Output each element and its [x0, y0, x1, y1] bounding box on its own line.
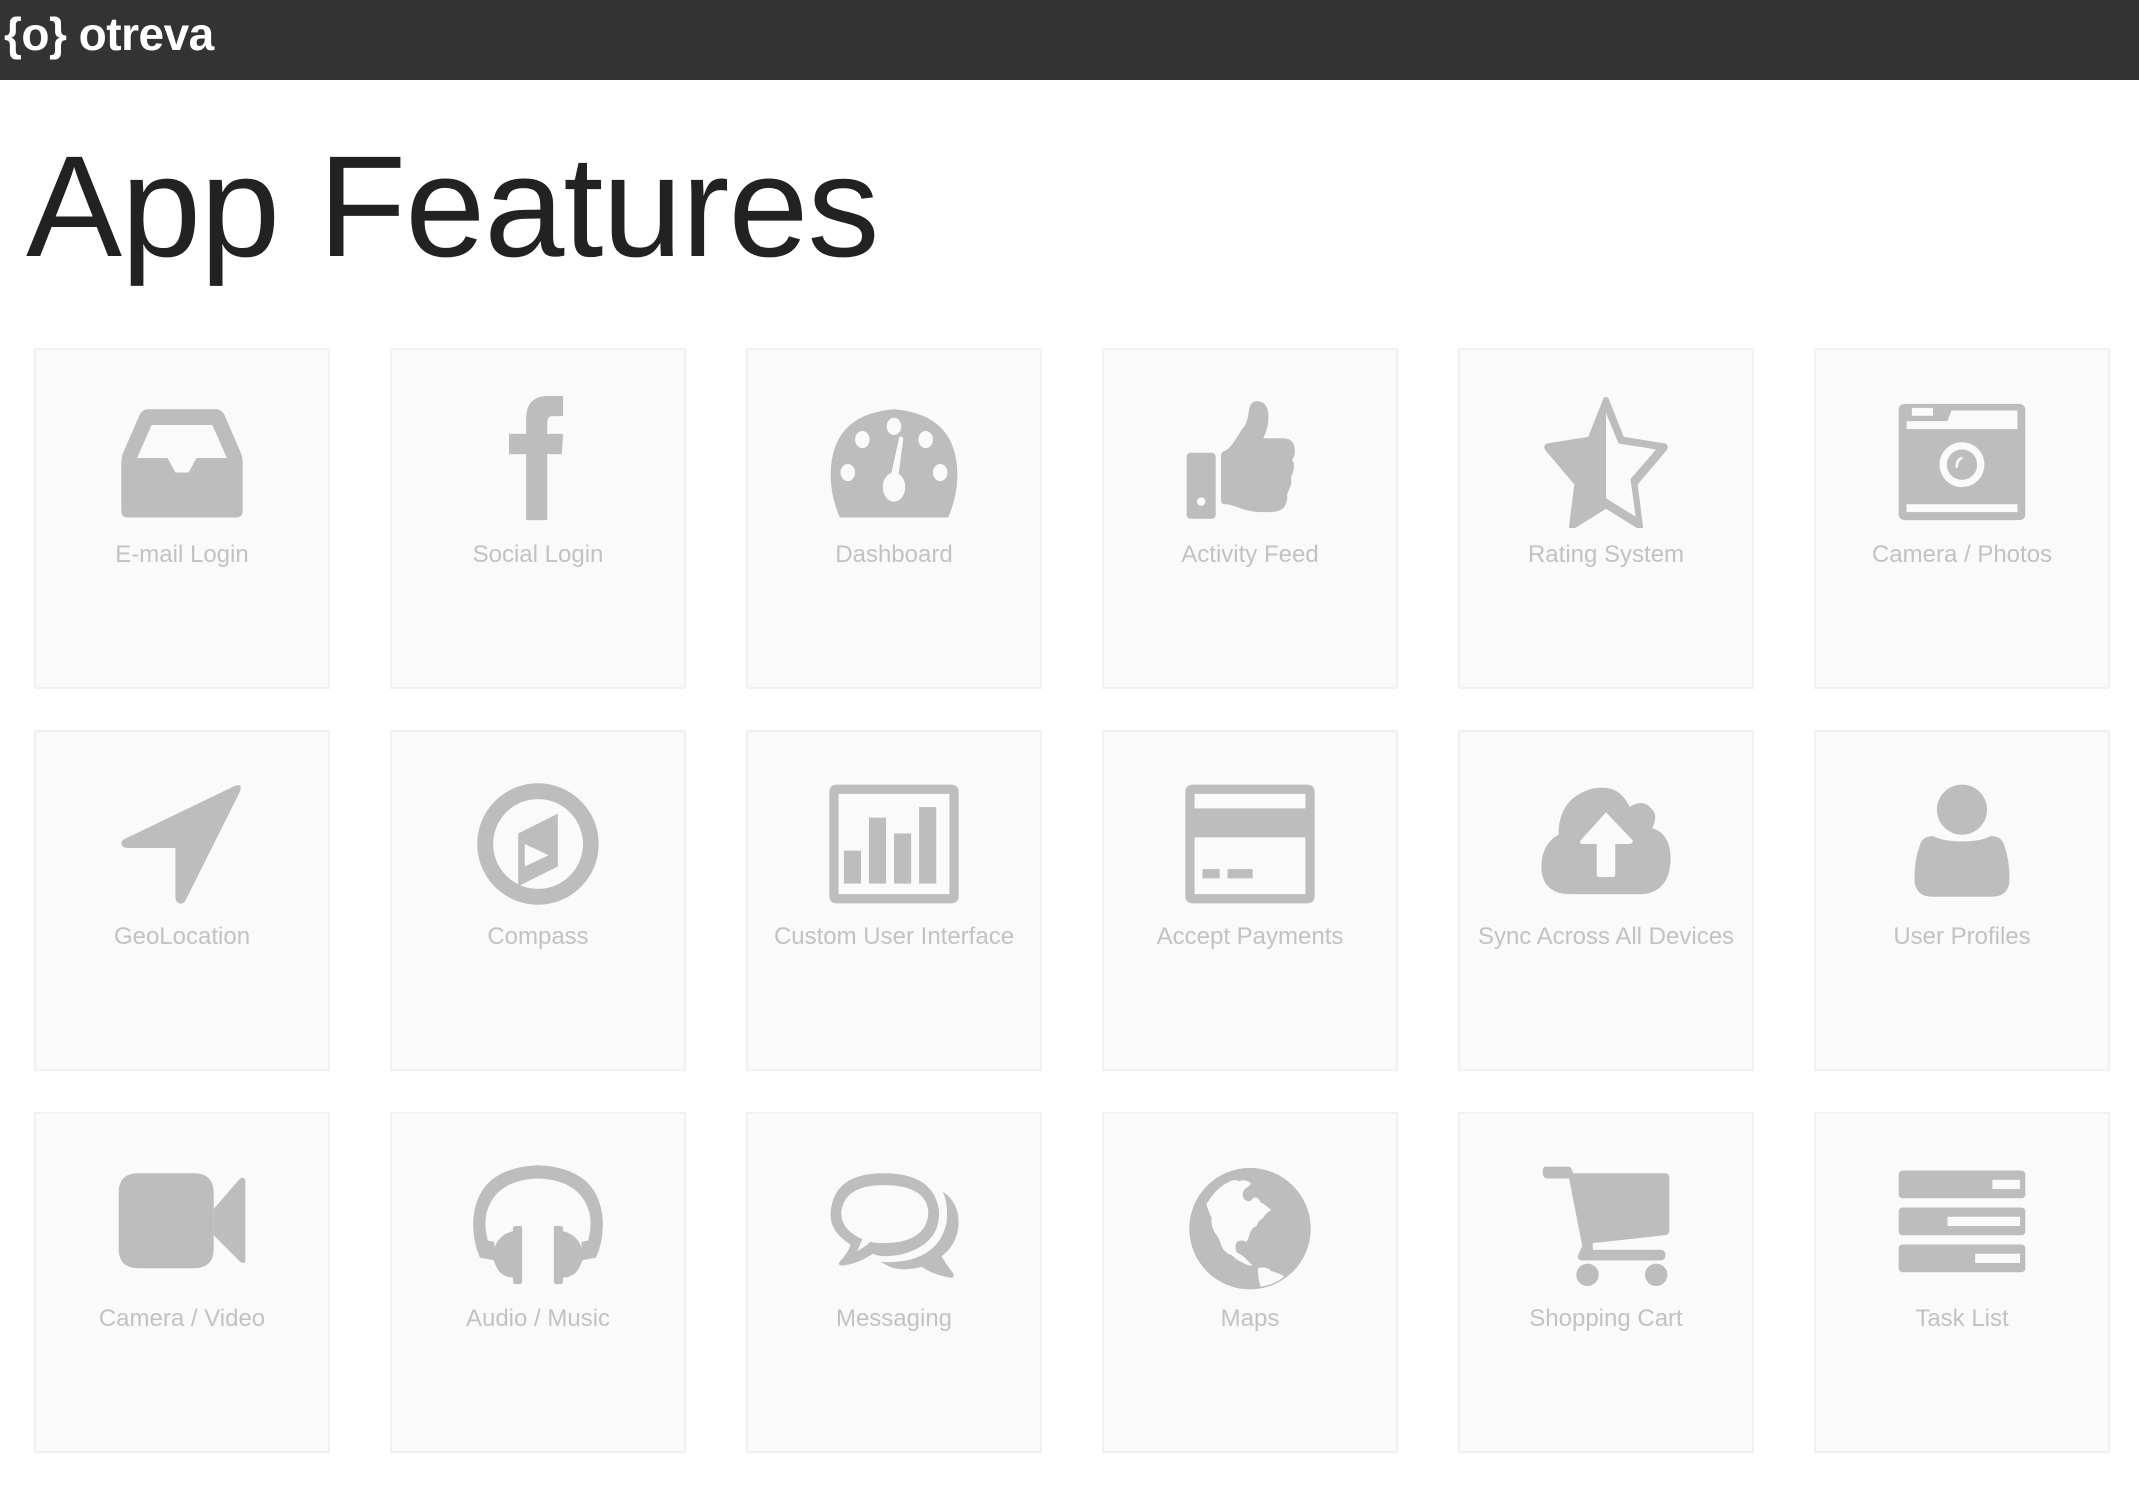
feature-card-compass[interactable]: Compass	[390, 730, 686, 1071]
feature-card-camera-video[interactable]: Camera / Video	[34, 1112, 330, 1453]
feature-card-messaging[interactable]: Messaging	[746, 1112, 1042, 1453]
feature-card-task-list[interactable]: Task List	[1814, 1112, 2110, 1453]
compass-icon	[472, 778, 604, 910]
feature-label: Shopping Cart	[1529, 1305, 1683, 1332]
credit-card-icon	[1184, 778, 1316, 910]
feature-label: Rating System	[1527, 541, 1685, 568]
feature-label: Custom User Interface	[773, 923, 1015, 950]
half-star-icon	[1540, 396, 1672, 528]
thumbs-up-icon	[1184, 396, 1316, 528]
feature-card-camera-photos[interactable]: Camera / Photos	[1814, 348, 2110, 689]
feature-card-custom-user-interface[interactable]: Custom User Interface	[746, 730, 1042, 1071]
feature-label: Camera / Photos	[1871, 541, 2053, 568]
feature-card-accept-payments[interactable]: Accept Payments	[1102, 730, 1398, 1071]
feature-label: Maps	[1220, 1305, 1280, 1332]
feature-card-activity-feed[interactable]: Activity Feed	[1102, 348, 1398, 689]
feature-card-audio-music[interactable]: Audio / Music	[390, 1112, 686, 1453]
chat-bubbles-icon	[828, 1160, 960, 1292]
shopping-cart-icon	[1540, 1160, 1672, 1292]
feature-card-user-profiles[interactable]: User Profiles	[1814, 730, 2110, 1071]
feature-card-social-login[interactable]: Social Login	[390, 348, 686, 689]
dashboard-gauge-icon	[828, 396, 960, 528]
feature-card-rating-system[interactable]: Rating System	[1458, 348, 1754, 689]
feature-card-geolocation[interactable]: GeoLocation	[34, 730, 330, 1071]
feature-label: Camera / Video	[98, 1305, 266, 1332]
feature-label: Sync Across All Devices	[1477, 923, 1735, 950]
photo-camera-icon	[1896, 396, 2028, 528]
page-title: App Features	[26, 126, 879, 287]
facebook-icon	[472, 396, 604, 528]
feature-label: Task List	[1915, 1305, 2009, 1332]
video-camera-icon	[116, 1160, 248, 1292]
feature-card-dashboard[interactable]: Dashboard	[746, 348, 1042, 689]
task-list-icon	[1896, 1160, 2028, 1292]
location-arrow-icon	[116, 778, 248, 910]
feature-label: Social Login	[472, 541, 604, 568]
top-navigation-bar: {o} otreva	[0, 0, 2139, 80]
feature-label: Messaging	[835, 1305, 953, 1332]
inbox-icon	[116, 396, 248, 528]
feature-label: Dashboard	[835, 541, 953, 568]
bar-chart-icon	[828, 778, 960, 910]
user-icon	[1896, 778, 2028, 910]
otreva-logo[interactable]: {o} otreva	[4, 4, 214, 64]
feature-card-email-login[interactable]: E-mail Login	[34, 348, 330, 689]
feature-label: Compass	[487, 923, 589, 950]
headphones-icon	[472, 1160, 604, 1292]
feature-card-maps[interactable]: Maps	[1102, 1112, 1398, 1453]
cloud-upload-icon	[1540, 778, 1672, 910]
feature-label: Activity Feed	[1181, 541, 1319, 568]
feature-label: GeoLocation	[113, 923, 251, 950]
feature-card-sync-across-all-devices[interactable]: Sync Across All Devices	[1458, 730, 1754, 1071]
globe-icon	[1184, 1160, 1316, 1292]
feature-card-shopping-cart[interactable]: Shopping Cart	[1458, 1112, 1754, 1453]
feature-label: E-mail Login	[115, 541, 249, 568]
feature-label: Audio / Music	[465, 1305, 611, 1332]
feature-label: User Profiles	[1893, 923, 2031, 950]
feature-label: Accept Payments	[1156, 923, 1344, 950]
